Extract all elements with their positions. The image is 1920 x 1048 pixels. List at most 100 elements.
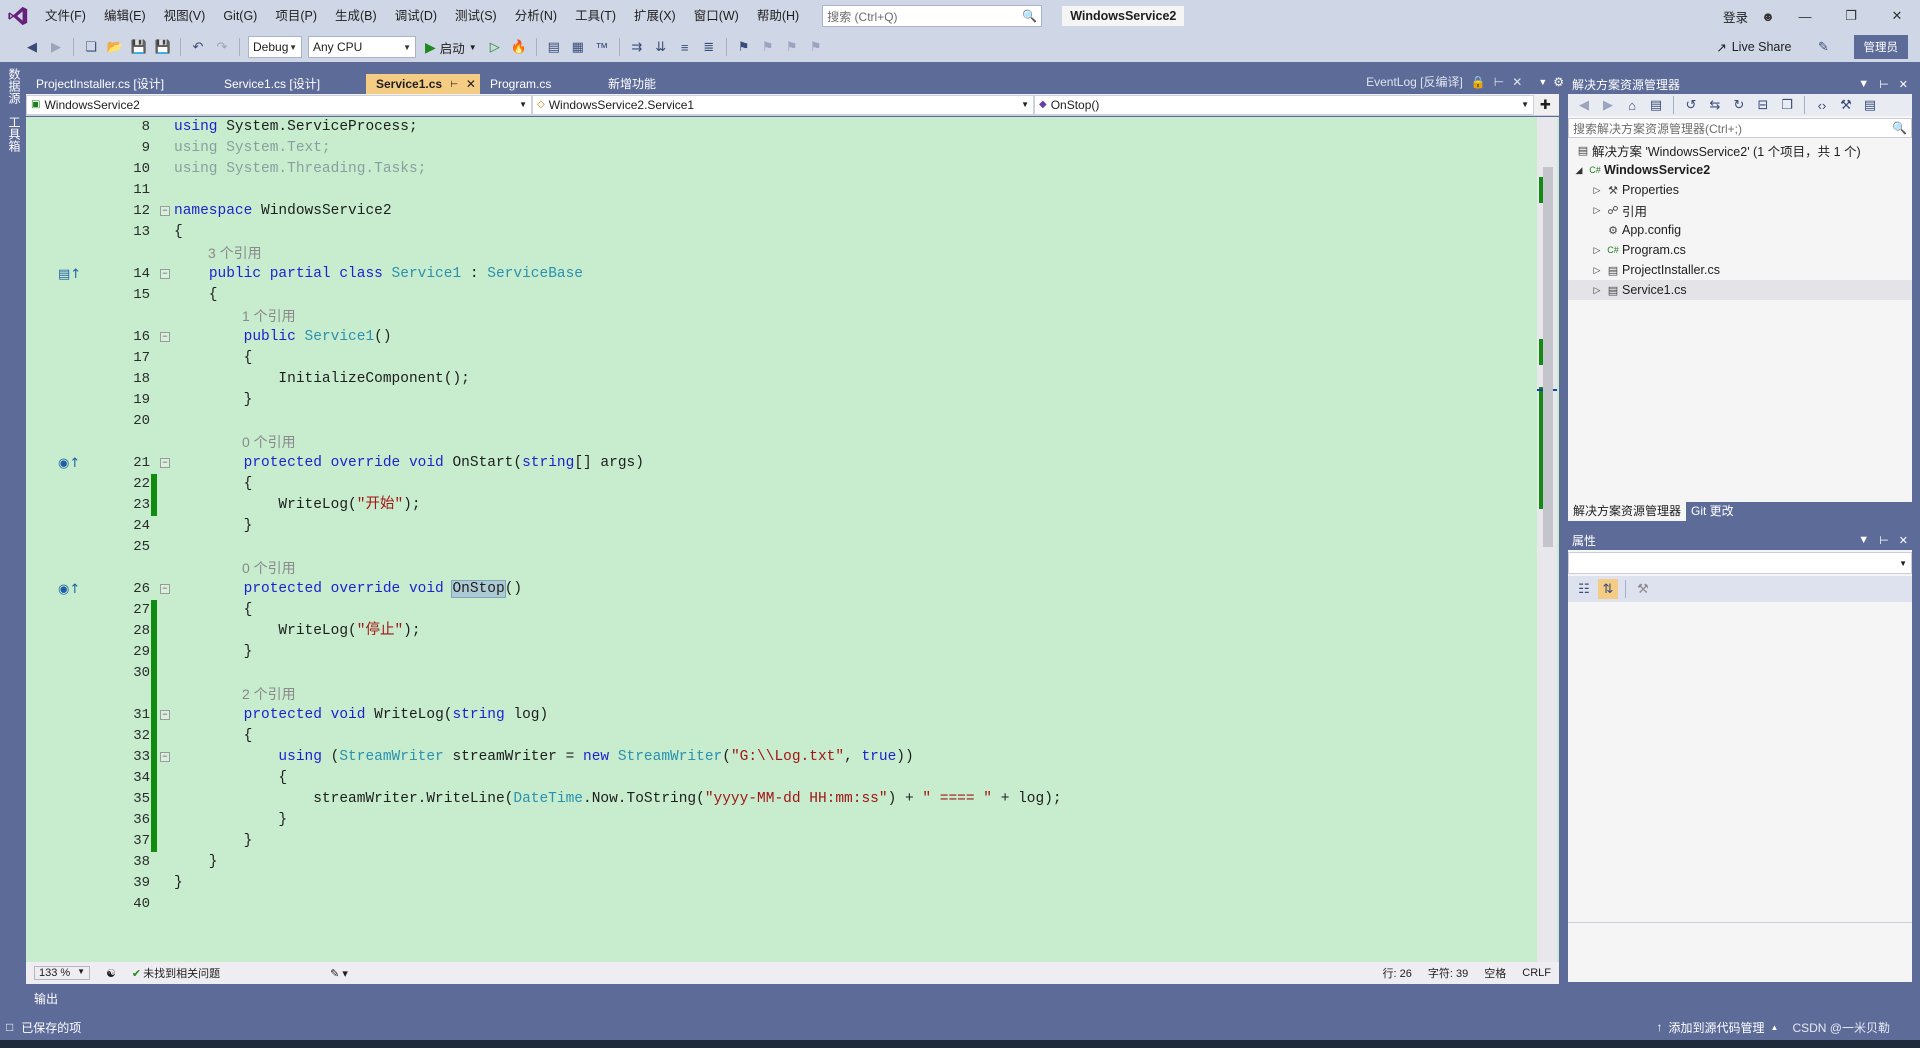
- minimize-icon[interactable]: —: [1782, 0, 1828, 32]
- menu-tools[interactable]: 工具(T): [566, 0, 625, 32]
- output-panel-tab[interactable]: 输出: [26, 984, 1570, 1014]
- prev-bookmark-icon[interactable]: ⚑: [758, 37, 778, 57]
- next-bookmark-icon[interactable]: ⚑: [782, 37, 802, 57]
- pin-icon[interactable]: ⊢: [450, 74, 458, 94]
- collapsed-caret-icon[interactable]: ▷: [1590, 265, 1604, 276]
- forward-icon[interactable]: ▶: [46, 37, 66, 57]
- tab-whats-new[interactable]: 新增功能: [598, 74, 694, 94]
- menu-file[interactable]: 文件(F): [36, 0, 95, 32]
- alphabetical-icon[interactable]: ⇅: [1598, 579, 1618, 599]
- pin-icon[interactable]: ⊢: [1494, 72, 1504, 92]
- reference-count-lens[interactable]: 0 个引用: [242, 558, 296, 579]
- override-glyph-icon[interactable]: ◉↑: [58, 453, 80, 474]
- undo-icon[interactable]: ↶: [188, 37, 208, 57]
- start-debugging-button[interactable]: ▶ 启动 ▼: [425, 38, 477, 57]
- redo-icon[interactable]: ↷: [212, 37, 232, 57]
- preview-icon[interactable]: ▤: [1860, 95, 1880, 115]
- collapse-all-icon[interactable]: ⊟: [1753, 95, 1773, 115]
- properties-wrench-icon[interactable]: ⚒: [1836, 95, 1856, 115]
- open-folder-icon[interactable]: 📂: [105, 37, 125, 57]
- menu-view[interactable]: 视图(V): [155, 0, 215, 32]
- scroll-thumb[interactable]: [1543, 167, 1553, 547]
- data-sources-tab[interactable]: 数据源: [6, 62, 23, 110]
- override-glyph-icon[interactable]: ◉↑: [58, 579, 80, 600]
- pending-changes-filter-icon[interactable]: ↺: [1681, 95, 1701, 115]
- bookmark-icon[interactable]: ⚑: [734, 37, 754, 57]
- clear-bookmarks-icon[interactable]: ⚑: [806, 37, 826, 57]
- restore-icon[interactable]: ❐: [1828, 0, 1874, 32]
- start-without-debugging-icon[interactable]: ▷: [485, 37, 505, 57]
- tab-projectinstaller-design[interactable]: ProjectInstaller.cs [设计]: [26, 74, 214, 94]
- uncomment-icon[interactable]: ≣: [699, 37, 719, 57]
- categorized-icon[interactable]: ☷: [1574, 579, 1594, 599]
- login-link[interactable]: 登录: [1723, 7, 1748, 26]
- zoom-dropdown[interactable]: 133 % ▼: [34, 966, 90, 980]
- issues-label[interactable]: 未找到相关问题: [143, 965, 220, 981]
- menu-project[interactable]: 项目(P): [266, 0, 326, 32]
- refresh-icon[interactable]: ↻: [1729, 95, 1749, 115]
- visual-studio-logo-icon[interactable]: [0, 0, 36, 32]
- close-icon[interactable]: ✕: [1899, 78, 1908, 91]
- cleanup-brush-icon[interactable]: ✎ ▾: [330, 967, 348, 980]
- save-all-icon[interactable]: 💾: [153, 37, 173, 57]
- menu-debug[interactable]: 调试(D): [386, 0, 446, 32]
- dropdown-icon[interactable]: ▼: [1858, 534, 1869, 547]
- collapsed-caret-icon[interactable]: ▷: [1590, 245, 1604, 256]
- collapsed-caret-icon[interactable]: ▷: [1590, 285, 1604, 296]
- tree-item-projectinstaller-cs[interactable]: ▷ ▤ ProjectInstaller.cs: [1568, 260, 1912, 280]
- hot-reload-icon[interactable]: 🔥: [509, 37, 529, 57]
- type-dropdown[interactable]: ◇ WindowsService2.Service1 ▼: [532, 94, 1034, 115]
- line-indicator[interactable]: 行: 26: [1383, 965, 1412, 981]
- tab-service1-cs[interactable]: Service1.cs ⊢ ✕: [366, 74, 480, 94]
- step-over-icon[interactable]: ⇊: [651, 37, 671, 57]
- global-search-input[interactable]: 搜索 (Ctrl+Q) 🔍: [822, 5, 1043, 27]
- dropdown-icon[interactable]: ▼: [1858, 78, 1869, 91]
- reference-count-lens[interactable]: 2 个引用: [242, 684, 296, 705]
- implementation-glyph-icon[interactable]: ▤↑: [58, 264, 81, 285]
- reference-count-lens[interactable]: 1 个引用: [242, 306, 296, 327]
- project-dropdown[interactable]: ▣ WindowsService2 ▼: [26, 94, 532, 115]
- tree-item-references[interactable]: ▷ ☍ 引用: [1568, 200, 1912, 220]
- tree-item-app-config[interactable]: ⚙ App.config: [1568, 220, 1912, 240]
- vertical-scrollbar[interactable]: [1537, 117, 1557, 962]
- menu-analyze[interactable]: 分析(N): [506, 0, 566, 32]
- notification-icon[interactable]: □: [6, 1020, 13, 1034]
- split-editor-icon[interactable]: ✚: [1540, 97, 1551, 113]
- configuration-dropdown[interactable]: Debug ▼: [248, 36, 302, 58]
- switch-views-icon[interactable]: ▤: [1646, 95, 1666, 115]
- feedback-icon[interactable]: ✎: [1814, 37, 1834, 57]
- view-code-icon[interactable]: ‹›: [1812, 95, 1832, 115]
- line-ending-indicator[interactable]: CRLF: [1522, 967, 1551, 979]
- tab-overflow-icon[interactable]: ▼: [1538, 77, 1547, 87]
- close-icon[interactable]: ✕: [1874, 0, 1920, 32]
- tree-item-service1-cs[interactable]: ▷ ▤ Service1.cs: [1568, 280, 1912, 300]
- step-icon[interactable]: ⇉: [627, 37, 647, 57]
- tab-solution-explorer[interactable]: 解决方案资源管理器: [1568, 501, 1687, 521]
- properties-object-dropdown[interactable]: ▼: [1568, 552, 1912, 574]
- tree-item-properties[interactable]: ▷ ⚒ Properties: [1568, 180, 1912, 200]
- member-dropdown[interactable]: ◆ OnStop() ▼: [1034, 94, 1534, 115]
- back-icon[interactable]: ◀: [22, 37, 42, 57]
- menu-test[interactable]: 测试(S): [446, 0, 506, 32]
- add-to-source-control-button[interactable]: ↑ 添加到源代码管理 ▲: [1657, 1019, 1779, 1036]
- reference-count-lens[interactable]: 0 个引用: [242, 432, 296, 453]
- tab-program-cs[interactable]: Program.cs: [480, 74, 598, 94]
- property-pages-icon[interactable]: ⚒: [1633, 579, 1653, 599]
- solution-search-input[interactable]: 搜索解决方案资源管理器(Ctrl+;) 🔍: [1568, 118, 1912, 138]
- new-project-icon[interactable]: ❏: [81, 37, 101, 57]
- menu-extensions[interactable]: 扩展(X): [625, 0, 685, 32]
- collapsed-caret-icon[interactable]: ▷: [1590, 205, 1604, 216]
- collapsed-caret-icon[interactable]: ▷: [1590, 185, 1604, 196]
- tree-solution-node[interactable]: ▤ 解决方案 'WindowsService2' (1 个项目，共 1 个): [1568, 140, 1912, 160]
- tree-project-node[interactable]: ◢ C# WindowsService2: [1568, 160, 1912, 180]
- sync-icon[interactable]: ⇆: [1705, 95, 1725, 115]
- live-share-button[interactable]: ↗ Live Share: [1716, 40, 1791, 55]
- pin-icon[interactable]: ⊢: [1879, 534, 1889, 547]
- copilot-icon[interactable]: ☯: [106, 967, 116, 980]
- tab-service1-design[interactable]: Service1.cs [设计]: [214, 74, 366, 94]
- forward-icon[interactable]: ▶: [1598, 95, 1618, 115]
- settings-gear-icon[interactable]: ⚙: [1553, 75, 1564, 89]
- home-icon[interactable]: ⌂: [1622, 95, 1642, 115]
- back-icon[interactable]: ◀: [1574, 95, 1594, 115]
- pin-icon[interactable]: ⊢: [1879, 78, 1889, 91]
